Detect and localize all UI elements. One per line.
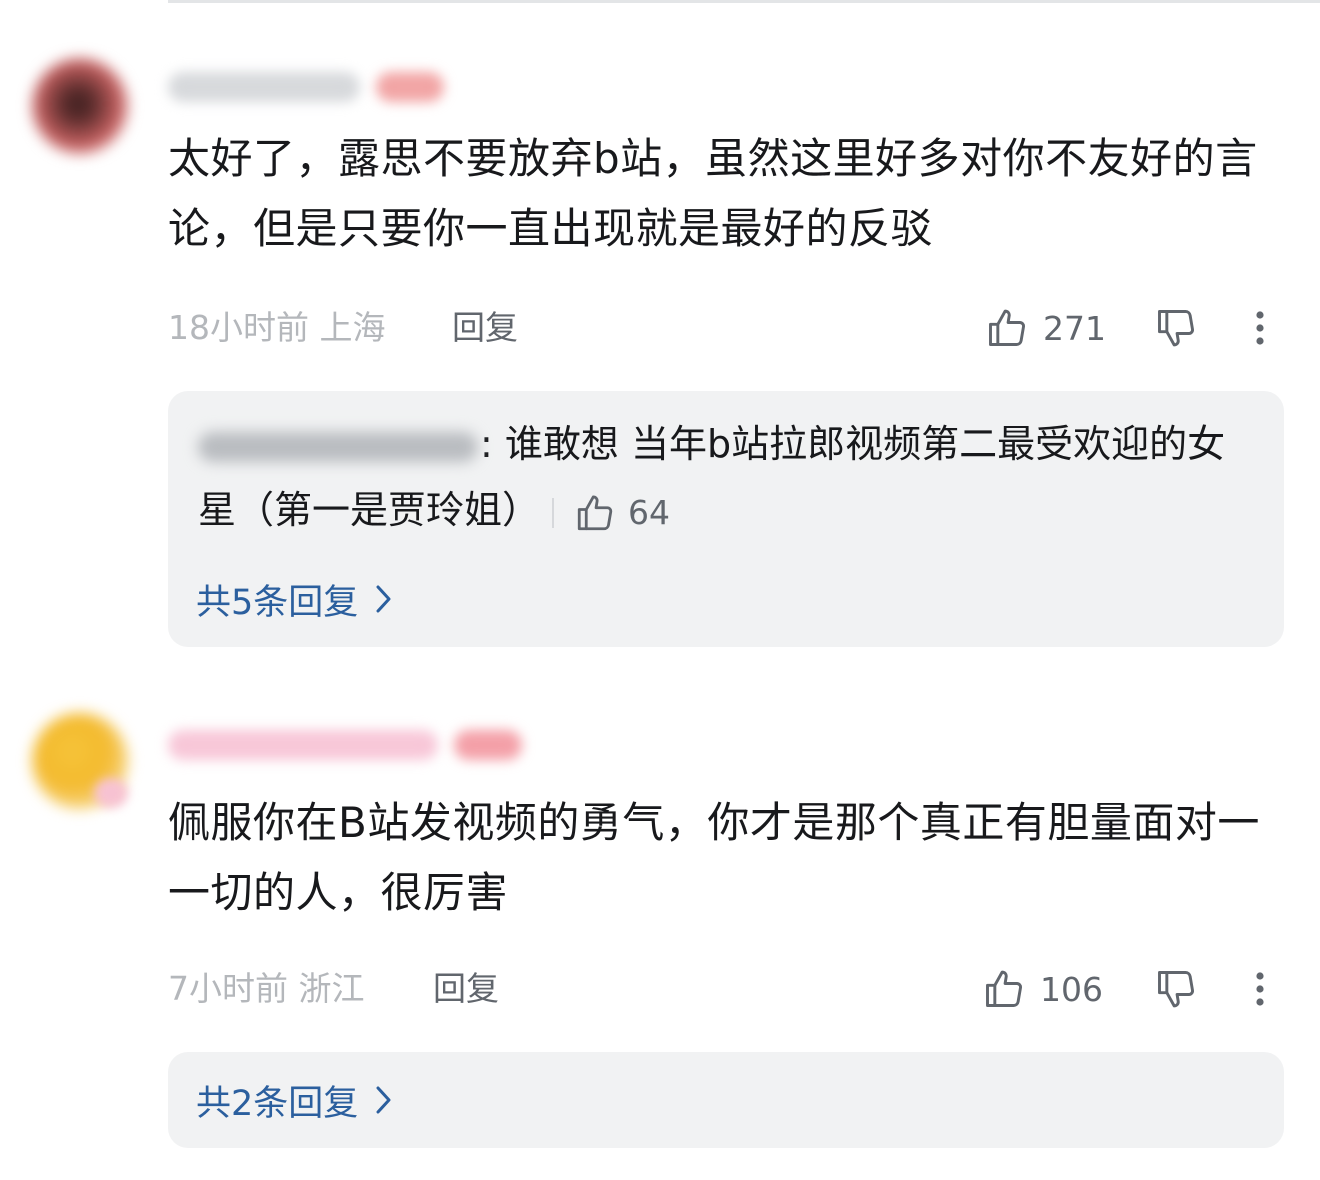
thumb-up-icon [985,306,1029,350]
level-badge [376,72,444,102]
more-options-button[interactable] [1240,303,1280,353]
sub-reply-like-button[interactable]: 64 [552,480,670,546]
comment-location: 上海 [319,308,386,347]
reply-button[interactable]: 回复 [452,303,518,353]
view-more-replies-label: 共2条回复 [196,1083,359,1124]
comment-time: 7小时前 浙江 [168,964,365,1014]
reply-button[interactable]: 回复 [433,964,499,1014]
username[interactable] [168,68,444,106]
comment-time-ago: 7小时前 [168,969,288,1008]
like-count: 271 [1043,308,1106,348]
username-blurred [168,72,360,102]
thumb-up-icon [574,492,616,534]
avatar[interactable] [32,58,128,154]
like-count: 106 [1040,969,1103,1009]
level-badge [454,730,522,760]
chevron-right-icon [368,1083,398,1117]
sub-reply: : 谁敢想 当年b站拉郎视频第二最受欢迎的女星（第一是贾玲姐） 64 [198,411,1238,546]
like-button[interactable]: 271 [985,303,1106,353]
username[interactable] [168,726,522,764]
comment-meta: 18小时前 上海 回复 271 [168,303,1278,353]
more-vertical-icon [1255,310,1265,346]
comment-text: 太好了，露思不要放弃b站，虽然这里好多对你不友好的言论，但是只要你一直出现就是最… [168,134,1258,253]
comment-location: 浙江 [298,969,365,1008]
avatar-badge [94,778,128,808]
divider [552,497,555,528]
sub-reply-like-count: 64 [628,492,671,532]
more-options-button[interactable] [1240,964,1280,1014]
view-more-replies-link[interactable]: 共2条回复 [196,1075,398,1125]
like-button[interactable]: 106 [982,964,1103,1014]
dislike-button[interactable] [1152,303,1200,353]
replies-panel: 共2条回复 [168,1052,1284,1148]
thumb-down-icon [1154,306,1198,350]
sub-reply-username-blurred[interactable] [198,431,478,462]
thumb-down-icon [1154,967,1198,1011]
thumb-up-icon [982,967,1026,1011]
replies-panel: : 谁敢想 当年b站拉郎视频第二最受欢迎的女星（第一是贾玲姐） 64 共5条回复 [168,391,1284,647]
chevron-right-icon [368,582,398,616]
comment-time: 18小时前 上海 [168,303,386,353]
view-more-replies-link[interactable]: 共5条回复 [196,574,398,624]
more-vertical-icon [1255,971,1265,1007]
top-divider [168,0,1320,3]
dislike-button[interactable] [1152,964,1200,1014]
comment-meta: 7小时前 浙江 回复 106 [168,964,1278,1014]
username-blurred [168,730,438,760]
comment-text: 佩服你在B站发视频的勇气，你才是那个真正有胆量面对一一切的人，很厉害 [168,798,1260,917]
view-more-replies-label: 共5条回复 [196,582,359,623]
comment-time-ago: 18小时前 [168,308,309,347]
